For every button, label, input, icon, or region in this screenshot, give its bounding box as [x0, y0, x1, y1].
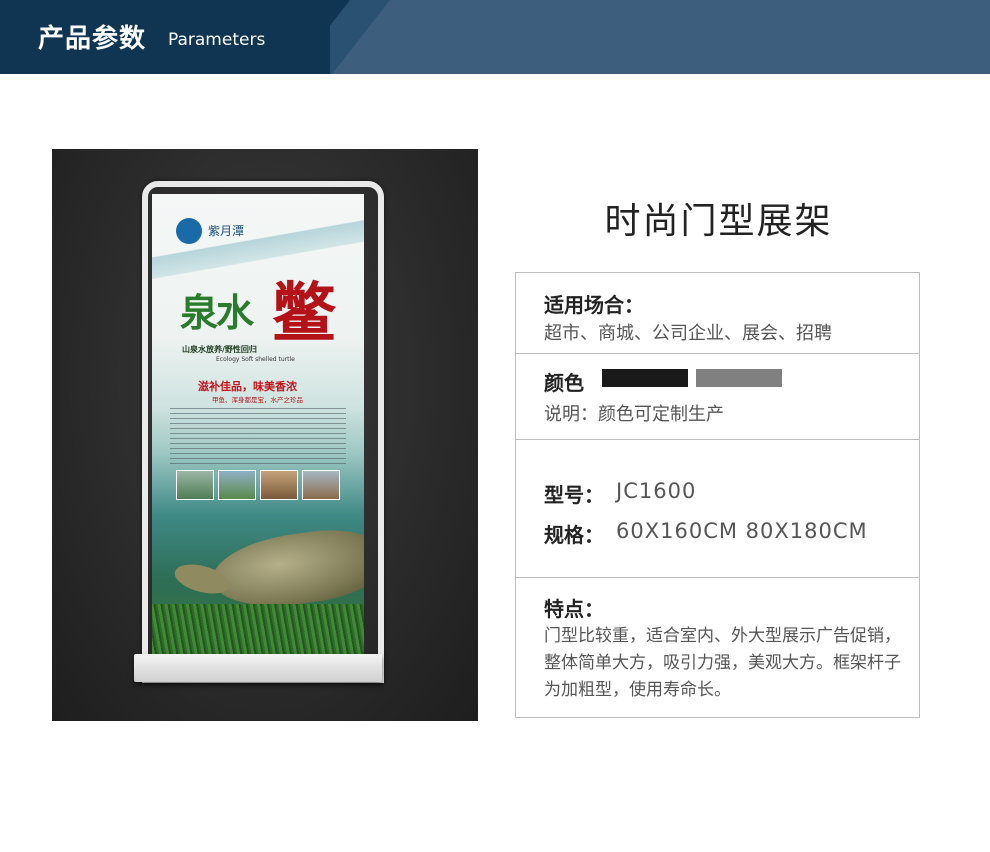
occasion-label: 适用场合：: [544, 293, 644, 317]
divider: [516, 353, 919, 354]
color-note: 说明：颜色可定制生产: [544, 404, 724, 425]
poster-turtle-image: [207, 522, 364, 616]
header-subtitle: Parameters: [168, 30, 266, 50]
poster-title: 泉水: [180, 290, 254, 335]
occasion-value: 超市、商城、公司企业、展会、招聘: [544, 323, 832, 344]
poster-logo-text: 紫月潭: [208, 224, 245, 238]
poster-slogan-sub: 甲鱼、浑身都是宝，水产之珍品: [212, 396, 303, 404]
features-label: 特点：: [544, 597, 604, 621]
divider: [516, 577, 919, 578]
poster-thumbnail: [218, 470, 256, 500]
model-label: 型号：: [544, 483, 604, 507]
product-title: 时尚门型展架: [604, 201, 833, 242]
poster-logo-icon: [176, 218, 202, 244]
header-banner: 产品参数 Parameters: [0, 0, 990, 74]
poster-tagline: 山泉水放养/野性回归: [182, 345, 257, 354]
product-photo: 紫月潭 泉水 鳖 山泉水放养/野性回归 Ecology Soft shelled…: [52, 149, 478, 721]
poster-title-big: 鳖: [272, 276, 336, 351]
header-title: 产品参数: [38, 24, 147, 54]
poster-thumbnail: [260, 470, 298, 500]
spec-label: 规格：: [544, 523, 604, 547]
color-swatch-black: [602, 369, 688, 387]
color-swatch-gray: [696, 369, 782, 387]
poster-text-block: [170, 408, 346, 466]
poster-thumbnail: [302, 470, 340, 500]
poster-slogan: 滋补佳品，味美香浓: [198, 380, 297, 393]
model-value: JC1600: [616, 479, 697, 503]
spec-value: 60X160CM 80X180CM: [616, 519, 868, 543]
poster-thumbnails: [176, 470, 340, 500]
stand-base: [134, 654, 382, 682]
color-label: 颜色: [544, 371, 584, 395]
poster-thumbnail: [176, 470, 214, 500]
divider: [516, 439, 919, 440]
spec-table: 适用场合： 超市、商城、公司企业、展会、招聘 颜色 说明：颜色可定制生产 型号：…: [515, 272, 920, 718]
poster: 紫月潭 泉水 鳖 山泉水放养/野性回归 Ecology Soft shelled…: [152, 194, 364, 666]
poster-tagline-en: Ecology Soft shelled turtle: [216, 356, 295, 363]
features-value: 门型比较重，适合室内、外大型展示广告促销，整体简单大方，吸引力强，美观大方。框架…: [544, 626, 901, 700]
